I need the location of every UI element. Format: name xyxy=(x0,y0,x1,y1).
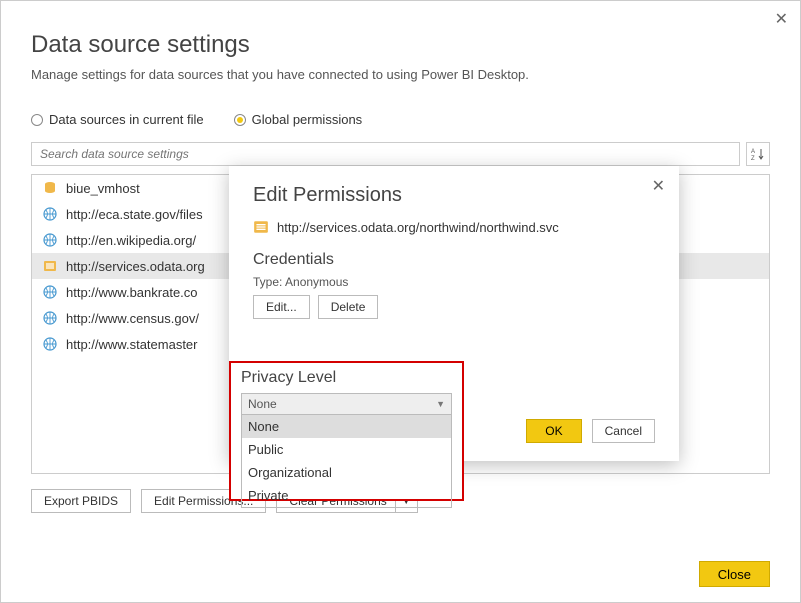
privacy-level-dropdown[interactable]: None ▼ xyxy=(241,393,452,415)
scope-radio-group: Data sources in current file Global perm… xyxy=(31,112,770,127)
database-icon xyxy=(42,180,58,196)
sort-button[interactable]: A Z xyxy=(746,142,770,166)
privacy-option-none[interactable]: None xyxy=(242,415,451,438)
list-item-label: biue_vmhost xyxy=(66,181,140,196)
radio-global-permissions[interactable]: Global permissions xyxy=(234,112,363,127)
list-item-label: http://www.bankrate.co xyxy=(66,285,198,300)
radio-icon xyxy=(31,114,43,126)
dialog-close-row: Close xyxy=(699,561,770,587)
privacy-level-section: Privacy Level None ▼ None Public Organiz… xyxy=(229,361,464,501)
data-source-row: http://services.odata.org/northwind/nort… xyxy=(253,219,655,235)
privacy-option-organizational[interactable]: Organizational xyxy=(242,461,451,484)
globe-icon xyxy=(42,232,58,248)
radio-label: Data sources in current file xyxy=(49,112,204,127)
list-item-label: http://en.wikipedia.org/ xyxy=(66,233,196,248)
odata-icon xyxy=(42,258,58,274)
search-input[interactable] xyxy=(31,142,740,166)
dialog-title: Edit Permissions xyxy=(253,184,655,207)
privacy-dropdown-list: None Public Organizational Private xyxy=(241,415,452,508)
search-row: A Z xyxy=(31,142,770,166)
credentials-type: Type: Anonymous xyxy=(253,275,655,289)
radio-current-file[interactable]: Data sources in current file xyxy=(31,112,204,127)
sort-az-icon: A Z xyxy=(751,147,765,161)
odata-icon xyxy=(253,219,269,235)
radio-icon-selected xyxy=(234,114,246,126)
privacy-heading: Privacy Level xyxy=(241,369,452,387)
globe-icon xyxy=(42,310,58,326)
cancel-button[interactable]: Cancel xyxy=(592,419,655,443)
privacy-selected: None xyxy=(248,397,277,411)
list-item-label: http://services.odata.org xyxy=(66,259,205,274)
svg-text:Z: Z xyxy=(751,156,755,161)
edit-credentials-button[interactable]: Edit... xyxy=(253,295,310,319)
credentials-buttons: Edit... Delete xyxy=(253,295,655,319)
data-source-url: http://services.odata.org/northwind/nort… xyxy=(277,220,559,235)
credentials-heading: Credentials xyxy=(253,251,655,269)
globe-icon xyxy=(42,284,58,300)
privacy-option-public[interactable]: Public xyxy=(242,438,451,461)
dialog-footer: OK Cancel xyxy=(526,419,655,443)
svg-text:A: A xyxy=(751,149,755,155)
page-subtitle: Manage settings for data sources that yo… xyxy=(31,67,770,82)
globe-icon xyxy=(42,206,58,222)
chevron-down-icon: ▼ xyxy=(436,399,445,409)
privacy-option-private[interactable]: Private xyxy=(242,484,451,507)
list-item-label: http://www.census.gov/ xyxy=(66,311,199,326)
close-button[interactable]: Close xyxy=(699,561,770,587)
list-item-label: http://www.statemaster xyxy=(66,337,198,352)
radio-label: Global permissions xyxy=(252,112,363,127)
list-item-label: http://eca.state.gov/files xyxy=(66,207,203,222)
delete-credentials-button[interactable]: Delete xyxy=(318,295,379,319)
globe-icon xyxy=(42,336,58,352)
window-close-icon[interactable]: ✕ xyxy=(775,9,788,29)
ok-button[interactable]: OK xyxy=(526,419,581,443)
dialog-close-icon[interactable]: ✕ xyxy=(652,176,665,196)
page-title: Data source settings xyxy=(31,31,770,59)
export-pbids-button[interactable]: Export PBIDS xyxy=(31,489,131,513)
